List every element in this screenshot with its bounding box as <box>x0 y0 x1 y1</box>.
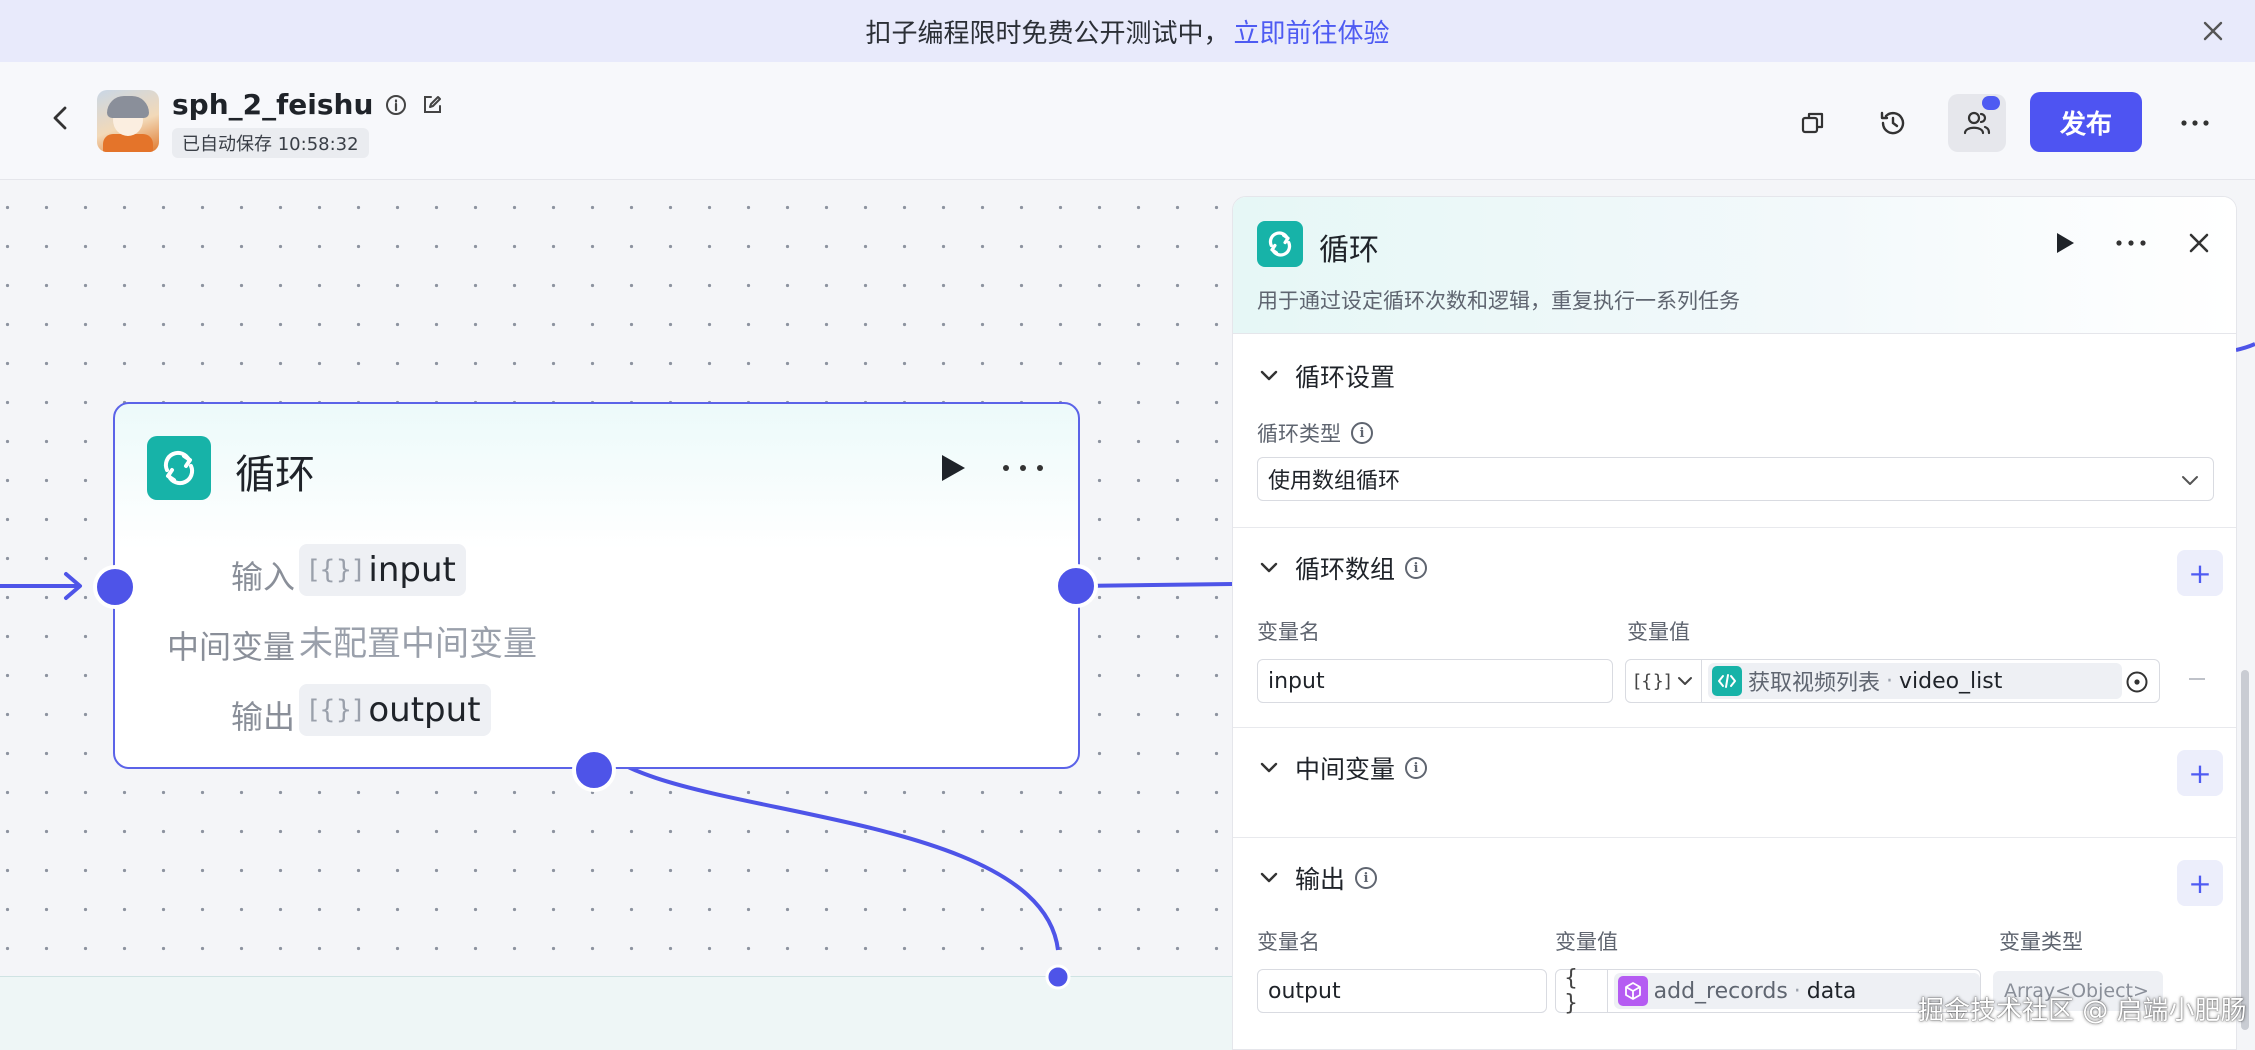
notification-badge <box>1982 96 2000 110</box>
publish-button[interactable]: 发布 <box>2030 92 2142 152</box>
panel-play-icon[interactable] <box>2043 221 2087 265</box>
add-loop-array-button[interactable]: + <box>2177 550 2223 596</box>
variable-reference-chip[interactable]: 获取视频列表 · video_list <box>1707 663 2122 699</box>
loop-array-section: 循环数组 i + 变量名 变量值 input [{}] 获取视频列表 · vid… <box>1233 528 2236 728</box>
history-icon[interactable] <box>1864 94 1922 152</box>
add-output-button[interactable]: + <box>2177 860 2223 906</box>
panel-close-icon[interactable] <box>2177 221 2221 265</box>
loop-settings-section: 循环设置 循环类型 i 使用数组循环 <box>1233 334 2236 528</box>
chevron-down-icon[interactable] <box>1257 556 1281 580</box>
collaborators-icon[interactable] <box>1948 94 2006 152</box>
panel-header: 循环 用于通过设定循环次数和逻辑，重复执行一系列任务 <box>1233 197 2236 334</box>
type-selector[interactable]: [{}] <box>1626 660 1702 702</box>
add-intermediate-button[interactable]: + <box>2177 750 2223 796</box>
loop-array-title[interactable]: 循环数组 i <box>1257 550 1428 586</box>
loop-settings-title[interactable]: 循环设置 <box>1257 358 1395 394</box>
info-icon[interactable]: i <box>1405 557 1428 579</box>
chevron-down-icon[interactable] <box>1257 756 1281 780</box>
loop-array-value-field[interactable]: [{}] 获取视频列表 · video_list <box>1625 659 2160 703</box>
chevron-down-icon[interactable] <box>1257 364 1281 388</box>
output-name-input[interactable]: output <box>1257 969 1547 1013</box>
loop-type-label: 循环类型 i <box>1257 418 1373 448</box>
loop-body-end-port <box>1045 964 1071 990</box>
intermediate-section: 中间变量 i + <box>1233 728 2236 838</box>
target-icon[interactable] <box>2125 670 2149 698</box>
panel-more-icon[interactable] <box>2109 221 2153 265</box>
banner-close-icon[interactable] <box>2197 15 2229 47</box>
info-icon[interactable]: i <box>1351 422 1373 444</box>
info-icon[interactable]: i <box>1405 757 1428 779</box>
loop-array-name-header: 变量名 <box>1257 620 1320 644</box>
output-title[interactable]: 输出 i <box>1257 860 1378 896</box>
loop-array-name-input[interactable]: input <box>1257 659 1613 703</box>
loop-type-select[interactable]: 使用数组循环 <box>1257 457 2214 501</box>
output-value-header: 变量值 <box>1555 930 1618 954</box>
watermark: 掘金技术社区 @ 启端小肥肠 <box>1918 996 2247 1026</box>
panel-loop-icon <box>1257 221 1303 267</box>
more-icon[interactable] <box>2166 94 2224 152</box>
chevron-down-icon[interactable] <box>1257 866 1281 890</box>
node-ports <box>93 564 1098 990</box>
offscreen-edge <box>2236 342 2255 352</box>
panel-title: 循环 <box>1319 233 1379 268</box>
remove-row-icon[interactable] <box>2189 678 2205 680</box>
code-icon <box>1711 666 1742 696</box>
loop-array-value-header: 变量值 <box>1627 620 1690 644</box>
chevron-down-icon <box>2181 468 2199 493</box>
output-port <box>1054 564 1098 608</box>
panel-description: 用于通过设定循环次数和逻辑，重复执行一系列任务 <box>1257 289 1740 313</box>
loop-body-port <box>572 748 616 792</box>
panel-scrollbar[interactable] <box>2241 670 2249 1030</box>
output-type-header: 变量类型 <box>1999 930 2083 954</box>
info-icon[interactable]: i <box>1355 867 1378 889</box>
intermediate-title[interactable]: 中间变量 i <box>1257 750 1428 786</box>
output-name-header: 变量名 <box>1257 930 1320 954</box>
copy-icon[interactable] <box>1784 94 1842 152</box>
banner-link[interactable]: 立即前往体验 <box>1234 13 1390 50</box>
input-port <box>93 565 137 609</box>
plugin-icon <box>1617 976 1648 1006</box>
type-selector[interactable]: { } <box>1556 966 1608 1016</box>
node-settings-panel: 循环 用于通过设定循环次数和逻辑，重复执行一系列任务 循环设置 循环类型 i 使… <box>1232 196 2237 1050</box>
